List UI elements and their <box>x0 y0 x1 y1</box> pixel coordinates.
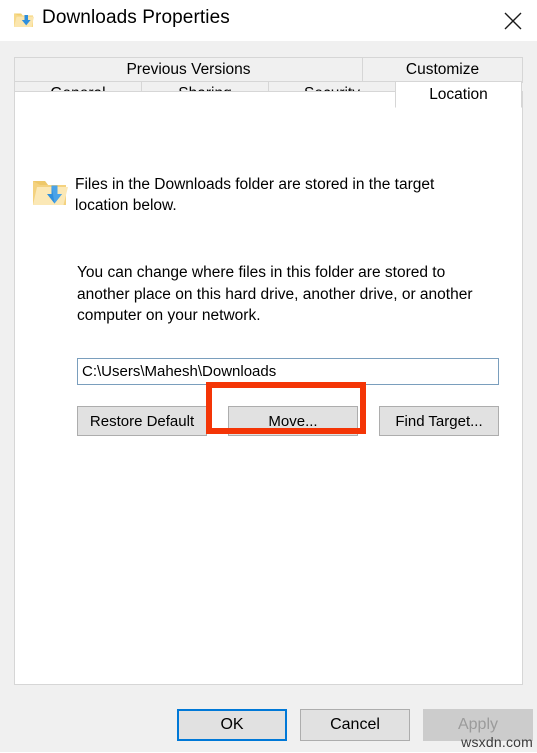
dialog-footer: OK Cancel Apply <box>0 697 537 753</box>
folder-path-input[interactable] <box>77 358 499 385</box>
ok-button[interactable]: OK <box>177 709 287 741</box>
window-title: Downloads Properties <box>42 7 230 28</box>
location-button-row: Restore Default Move... Find Target... <box>77 406 499 436</box>
info-text: Files in the Downloads folder are stored… <box>75 176 435 214</box>
title-bar: Downloads Properties <box>0 0 537 41</box>
close-icon[interactable] <box>489 0 537 41</box>
tab-row-top: Previous Versions Customize <box>14 57 523 83</box>
downloads-folder-icon-large <box>31 174 69 212</box>
dialog-body: Previous Versions Customize General Shar… <box>0 41 537 752</box>
info-row: Files in the Downloads folder are stored… <box>31 174 501 216</box>
move-button[interactable]: Move... <box>228 406 358 436</box>
tab-label: Location <box>429 85 488 103</box>
downloads-folder-icon <box>13 9 35 31</box>
tab-previous-versions[interactable]: Previous Versions <box>14 57 363 83</box>
watermark: wsxdn.com <box>461 734 533 750</box>
tab-label: Customize <box>405 61 480 78</box>
tab-label: Previous Versions <box>126 61 251 78</box>
find-target-button[interactable]: Find Target... <box>379 406 499 436</box>
tab-customize[interactable]: Customize <box>362 57 523 83</box>
cancel-button[interactable]: Cancel <box>300 709 410 741</box>
location-tab-panel: Files in the Downloads folder are stored… <box>14 91 523 685</box>
description-paragraph: You can change where files in this folde… <box>77 264 473 324</box>
restore-default-button[interactable]: Restore Default <box>77 406 207 436</box>
tab-location[interactable]: Location <box>395 81 522 108</box>
